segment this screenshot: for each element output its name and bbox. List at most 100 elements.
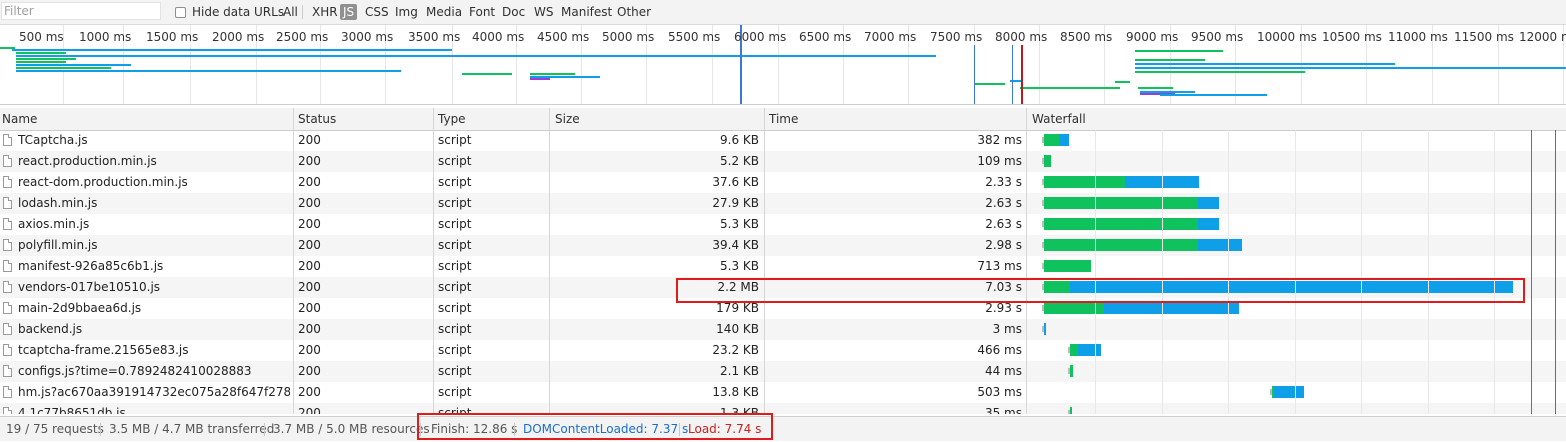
table-row[interactable]: TCaptcha.js 200 script 9.6 KB 382 ms [0, 130, 1566, 151]
waterfall-download-bar[interactable] [1044, 323, 1046, 335]
request-name[interactable]: main-2d9bbaea6d.js [18, 298, 290, 319]
request-time: 35 ms [984, 406, 1022, 414]
overview-tick-label: 9000 ms [1126, 30, 1179, 44]
table-row[interactable]: tcaptcha-frame.21565e83.js 200 script 23.2 … [0, 340, 1566, 361]
table-row[interactable]: manifest-926a85c6b1.js 200 script 5.3 KB 713… [0, 256, 1566, 277]
waterfall-download-bar[interactable] [1274, 386, 1304, 398]
table-row[interactable]: axios.min.js 200 script 5.3 KB 2.63 s [0, 214, 1566, 235]
waterfall-download-bar[interactable] [1104, 302, 1239, 314]
table-row[interactable]: react.production.min.js 200 script 5.2 KB 10… [0, 151, 1566, 172]
overview-bar [1135, 71, 1305, 73]
waterfall-download-bar[interactable] [1059, 134, 1069, 146]
request-status: 200 [298, 364, 321, 378]
waterfall-waiting-bar[interactable] [1044, 176, 1125, 188]
waterfall-download-bar[interactable] [1070, 281, 1513, 293]
request-name[interactable]: configs.js?time=0.7892482410028883 [18, 361, 290, 382]
waterfall-download-bar[interactable] [1198, 218, 1219, 230]
overview-tick-label: 2000 ms [212, 30, 265, 44]
column-header-waterfall[interactable]: Waterfall [1030, 108, 1230, 130]
request-name[interactable]: tcaptcha-frame.21565e83.js [18, 340, 290, 361]
type-filter-ws[interactable]: WS [531, 4, 556, 20]
filter-input[interactable] [1, 2, 161, 20]
table-row[interactable]: hm.js?ac670aa391914732ec075a28f647f278 20… [0, 382, 1566, 403]
timeline-overview[interactable]: 500 ms 1000 ms 1500 ms 2000 ms 2500 ms 3000 m… [0, 25, 1566, 105]
request-type: script [438, 406, 472, 414]
column-divider[interactable] [433, 108, 434, 414]
type-filter-xhr[interactable]: XHR [309, 4, 341, 20]
type-filter-font[interactable]: Font [466, 4, 498, 20]
type-filter-other[interactable]: Other [614, 4, 654, 20]
table-row[interactable]: 4.1c77b8651db.js 200 script 1.3 KB 35 ms [0, 403, 1566, 414]
overview-bar [1160, 94, 1267, 96]
column-header-time[interactable]: Time [767, 108, 1025, 130]
request-name[interactable]: vendors-017be10510.js [18, 277, 290, 298]
column-divider[interactable] [764, 108, 765, 414]
request-name[interactable]: lodash.min.js [18, 193, 290, 214]
waterfall-waiting-bar[interactable] [1070, 344, 1078, 356]
script-file-icon [3, 218, 12, 230]
type-filter-doc[interactable]: Doc [499, 4, 528, 20]
waterfall-waiting-bar[interactable] [1070, 407, 1072, 414]
script-file-icon [3, 155, 12, 167]
request-time: 2.63 s [985, 217, 1022, 231]
resources-size: 3.7 MB / 5.0 MB resources [273, 422, 430, 436]
request-name[interactable]: react.production.min.js [18, 151, 290, 172]
hide-data-urls-checkbox[interactable] [175, 6, 186, 18]
table-row[interactable]: backend.js 200 script 140 KB 3 ms [0, 319, 1566, 340]
table-row[interactable]: react-dom.production.min.js 200 script 37.6… [0, 172, 1566, 193]
waterfall-download-bar[interactable] [1198, 197, 1219, 209]
waterfall-waiting-bar[interactable] [1044, 155, 1051, 167]
overview-bar [12, 49, 452, 51]
request-type: script [438, 154, 472, 168]
script-file-icon [3, 197, 12, 209]
waterfall-waiting-bar[interactable] [1044, 197, 1198, 209]
dom-content-loaded-time: DOMContentLoaded: 7.37 s [523, 422, 689, 436]
request-name[interactable]: TCaptcha.js [18, 130, 290, 151]
column-divider[interactable] [1026, 108, 1027, 414]
hide-data-urls-toggle[interactable]: Hide data URLs [175, 5, 284, 19]
request-name[interactable]: hm.js?ac670aa391914732ec075a28f647f278 [18, 382, 290, 403]
type-filter-js[interactable]: JS [340, 4, 358, 20]
waterfall-waiting-bar[interactable] [1044, 281, 1070, 293]
table-row[interactable]: polyfill.min.js 200 script 39.4 KB 2.98 s [0, 235, 1566, 256]
waterfall-download-bar[interactable] [1078, 344, 1101, 356]
type-filter-manifest[interactable]: Manifest [558, 4, 615, 20]
type-filter-all[interactable]: All [280, 4, 301, 20]
overview-bar [16, 70, 401, 72]
overview-bar [16, 61, 66, 63]
script-file-icon [3, 260, 12, 272]
column-header-status[interactable]: Status [296, 108, 432, 130]
request-name[interactable]: polyfill.min.js [18, 235, 290, 256]
request-name[interactable]: backend.js [18, 319, 290, 340]
column-divider[interactable] [293, 108, 294, 414]
request-name[interactable]: 4.1c77b8651db.js [18, 403, 290, 414]
type-filter-media[interactable]: Media [423, 4, 465, 20]
table-row[interactable]: vendors-017be10510.js 200 script 2.2 MB 7.03… [0, 277, 1566, 298]
request-name[interactable]: manifest-926a85c6b1.js [18, 256, 290, 277]
column-divider[interactable] [549, 108, 550, 414]
request-name[interactable]: axios.min.js [18, 214, 290, 235]
table-row[interactable]: configs.js?time=0.7892482410028883 200 scr… [0, 361, 1566, 382]
column-header-size[interactable]: Size [553, 108, 763, 130]
table-row[interactable]: lodash.min.js 200 script 27.9 KB 2.63 s [0, 193, 1566, 214]
waterfall-waiting-bar[interactable] [1044, 134, 1059, 146]
type-filter-img[interactable]: Img [392, 4, 421, 20]
type-filter-css[interactable]: CSS [362, 4, 392, 20]
overview-bar [1020, 87, 1120, 89]
request-time: 2.63 s [985, 196, 1022, 210]
overview-load-line [1021, 45, 1023, 104]
waterfall-waiting-bar[interactable] [1044, 239, 1198, 251]
waterfall-waiting-bar[interactable] [1044, 218, 1198, 230]
waterfall-download-bar[interactable] [1198, 239, 1242, 251]
filter-toolbar: Hide data URLs All XHR JS CSS Img Media … [0, 0, 1566, 25]
request-type: script [438, 280, 472, 294]
column-header-type[interactable]: Type [436, 108, 548, 130]
table-row[interactable]: main-2d9bbaea6d.js 200 script 179 KB 2.93 s [0, 298, 1566, 319]
request-name[interactable]: react-dom.production.min.js [18, 172, 290, 193]
script-file-icon [3, 407, 12, 414]
waterfall-waiting-bar[interactable] [1044, 260, 1091, 272]
request-size: 140 KB [716, 322, 759, 336]
waterfall-waiting-bar[interactable] [1070, 365, 1073, 377]
table-header: Name Status Type Size Time Waterfall [0, 108, 1566, 131]
column-header-name[interactable]: Name [0, 108, 293, 130]
